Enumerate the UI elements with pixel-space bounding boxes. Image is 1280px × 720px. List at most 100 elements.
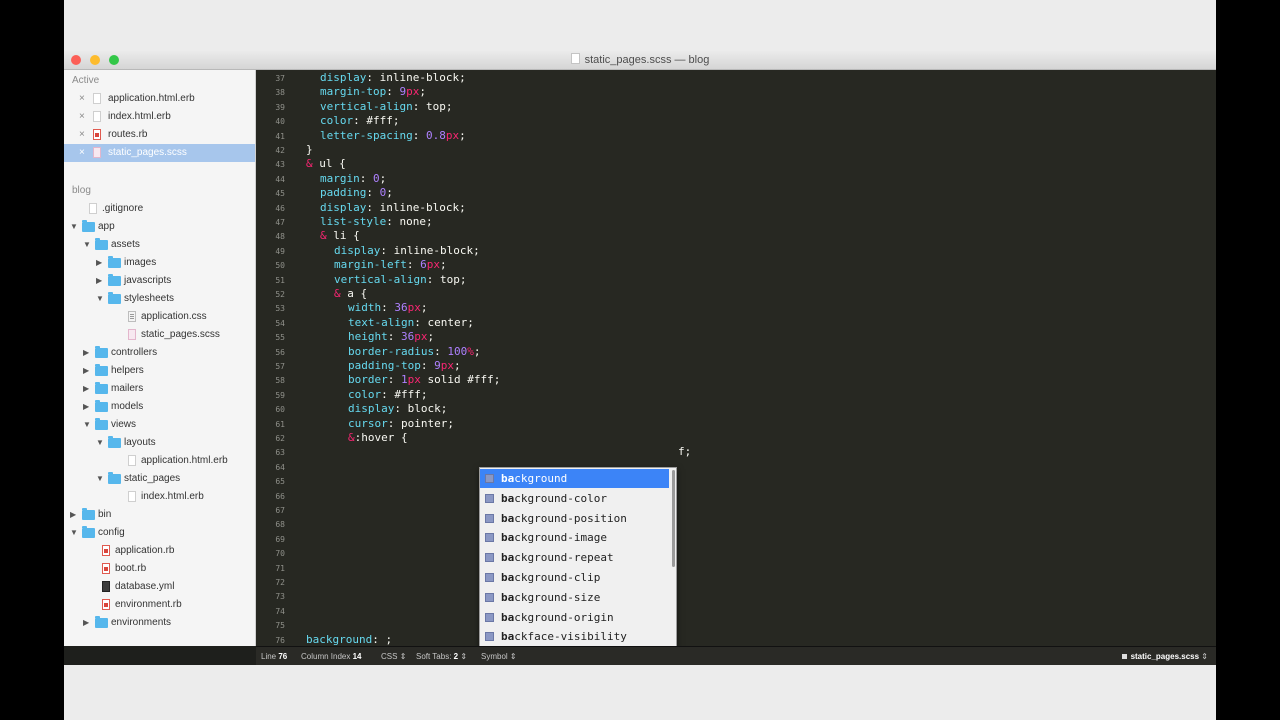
tree-folder[interactable]: ▶ mailers (64, 380, 255, 398)
close-icon[interactable]: × (79, 90, 85, 108)
disclosure-open-icon[interactable]: ▼ (70, 524, 78, 542)
tree-file[interactable]: boot.rb (64, 560, 255, 578)
code-line[interactable]: letter-spacing: 0.8px; (320, 129, 466, 142)
tree-folder[interactable]: ▼ app (64, 218, 255, 236)
code-editor[interactable]: 37 38 39 40 41 42 43 44 45 46 47 48 49 50 51 52 53 54 55 56… (256, 70, 1216, 646)
code-line[interactable]: vertical-align: top; (320, 100, 452, 113)
disclosure-closed-icon[interactable]: ▶ (83, 344, 89, 362)
line-number: 49 (275, 246, 285, 256)
disclosure-closed-icon[interactable]: ▶ (83, 380, 89, 398)
disclosure-open-icon[interactable]: ▼ (70, 218, 78, 236)
disclosure-closed-icon[interactable]: ▶ (96, 254, 102, 272)
tree-folder[interactable]: ▶ javascripts (64, 272, 255, 290)
code-line[interactable]: & li { (320, 229, 360, 242)
current-file-status[interactable]: static_pages.scss ⇕ (1121, 652, 1208, 661)
code-line[interactable]: height: 36px; (348, 330, 434, 343)
tree-file[interactable]: application.rb (64, 542, 255, 560)
code-line[interactable]: } (306, 143, 313, 156)
code-line[interactable]: & a { (334, 287, 367, 300)
tree-folder[interactable]: ▼ stylesheets (64, 290, 255, 308)
tree-folder[interactable]: ▼ static_pages (64, 470, 255, 488)
tree-folder[interactable]: ▶ models (64, 398, 255, 416)
tree-file[interactable]: application.html.erb (64, 452, 255, 470)
code-line[interactable]: display: inline-block; (320, 71, 466, 84)
autocomplete-popup[interactable]: background background-color background-pos… (479, 467, 677, 646)
tab-size-selector[interactable]: Soft Tabs: 2 ⇕ (416, 652, 467, 661)
code-line[interactable]: display: inline-block; (334, 244, 480, 257)
open-file-item[interactable]: × application.html.erb (64, 90, 255, 108)
code-line[interactable]: border-radius: 100%; (348, 345, 480, 358)
tree-file[interactable]: database.yml (64, 578, 255, 596)
close-icon[interactable]: × (79, 126, 85, 144)
autocomplete-item[interactable]: background-repeat (480, 548, 669, 567)
tree-folder[interactable]: ▶ helpers (64, 362, 255, 380)
tree-folder[interactable]: ▶ controllers (64, 344, 255, 362)
code-line[interactable]: &:hover { (348, 431, 408, 444)
disclosure-closed-icon[interactable]: ▶ (83, 362, 89, 380)
syntax-label: CSS (381, 652, 398, 661)
code-line[interactable]: margin-left: 6px; (334, 258, 447, 271)
code-line[interactable]: & ul { (306, 157, 346, 170)
disclosure-open-icon[interactable]: ▼ (83, 236, 91, 254)
autocomplete-item[interactable]: background-origin (480, 608, 669, 627)
tree-file[interactable]: .gitignore (64, 200, 255, 218)
disclosure-closed-icon[interactable]: ▶ (70, 506, 76, 524)
close-icon[interactable]: × (79, 144, 85, 162)
disclosure-closed-icon[interactable]: ▶ (83, 614, 89, 632)
tree-folder[interactable]: ▶ environments (64, 614, 255, 632)
code-line[interactable]: border: 1px solid #fff; (348, 373, 500, 386)
code-line[interactable]: text-align: center; (348, 316, 474, 329)
tree-file[interactable]: application.css (64, 308, 255, 326)
open-file-item[interactable]: × routes.rb (64, 126, 255, 144)
autocomplete-item[interactable]: backface-visibility (480, 627, 669, 646)
code-line[interactable]: padding-top: 9px; (348, 359, 461, 372)
code-line[interactable]: display: block; (348, 402, 447, 415)
code-line[interactable]: display: inline-block; (320, 201, 466, 214)
close-icon[interactable]: × (79, 108, 85, 126)
code-line[interactable]: color: #fff; (348, 388, 427, 401)
line-number-gutter: 37 38 39 40 41 42 43 44 45 46 47 48 49 50 51 52 53 54 55 56… (256, 70, 288, 646)
tree-file[interactable]: static_pages.scss (64, 326, 255, 344)
code-line[interactable]: cursor: pointer; (348, 417, 454, 430)
autocomplete-item[interactable]: background-position (480, 509, 669, 528)
autocomplete-item[interactable]: background-color (480, 489, 669, 508)
disclosure-open-icon[interactable]: ▼ (83, 416, 91, 434)
code-line[interactable]: margin-top: 9px; (320, 85, 426, 98)
disclosure-open-icon[interactable]: ▼ (96, 290, 104, 308)
symbol-selector[interactable]: Symbol ⇕ (481, 652, 517, 661)
tree-item-label: environment.rb (115, 599, 182, 610)
code-line[interactable]: padding: 0; (320, 186, 393, 199)
open-file-item[interactable]: × static_pages.scss (64, 144, 255, 162)
code-line[interactable]: margin: 0; (320, 172, 386, 185)
tree-folder[interactable]: ▶ images (64, 254, 255, 272)
code-line-tail[interactable]: f; (678, 445, 691, 458)
status-column[interactable]: Column Index 14 (301, 652, 362, 661)
disclosure-closed-icon[interactable]: ▶ (83, 398, 89, 416)
code-line[interactable]: list-style: none; (320, 215, 433, 228)
tree-folder[interactable]: ▼ assets (64, 236, 255, 254)
code-line[interactable]: vertical-align: top; (334, 273, 466, 286)
autocomplete-item[interactable]: background-image (480, 528, 669, 547)
disclosure-open-icon[interactable]: ▼ (96, 434, 104, 452)
autocomplete-item[interactable]: background (480, 469, 669, 488)
syntax-selector[interactable]: CSS ⇕ (381, 652, 406, 661)
title-bar[interactable]: static_pages.scss — blog (64, 51, 1216, 70)
line-number: 42 (275, 146, 285, 155)
disclosure-closed-icon[interactable]: ▶ (96, 272, 102, 290)
disclosure-open-icon[interactable]: ▼ (96, 470, 104, 488)
open-file-item[interactable]: × index.html.erb (64, 108, 255, 126)
autocomplete-item[interactable]: background-clip (480, 568, 669, 587)
tree-folder[interactable]: ▼ config (64, 524, 255, 542)
line-number: 60 (275, 405, 285, 415)
tree-file[interactable]: index.html.erb (64, 488, 255, 506)
tree-folder[interactable]: ▼ layouts (64, 434, 255, 452)
tree-folder[interactable]: ▼ views (64, 416, 255, 434)
status-line[interactable]: Line 76 (261, 652, 287, 661)
autocomplete-scrollbar[interactable] (672, 470, 675, 567)
tree-file[interactable]: environment.rb (64, 596, 255, 614)
code-line[interactable]: width: 36px; (348, 301, 428, 314)
current-code-line[interactable]: background: ; (306, 633, 392, 646)
tree-folder[interactable]: ▶ bin (64, 506, 255, 524)
autocomplete-item[interactable]: background-size (480, 588, 669, 607)
code-line[interactable]: color: #fff; (320, 114, 399, 127)
